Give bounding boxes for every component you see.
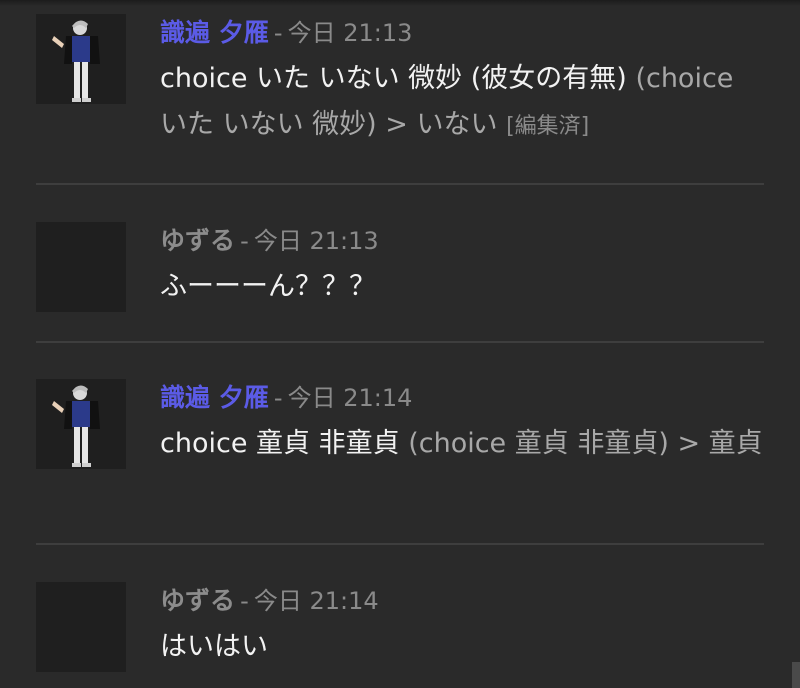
message-divider	[36, 341, 764, 343]
message-body: ゆずる - 今日 21:14 はいはい	[160, 582, 764, 670]
chat-log: 識遍 夕雁 - 今日 21:13 choice いた いない 微妙 (彼女の有無…	[0, 0, 800, 688]
author-name[interactable]: ゆずる	[160, 226, 235, 255]
timestamp: 今日 21:13	[287, 19, 413, 47]
timestamp: 今日 21:13	[253, 227, 379, 255]
message-body: 識遍 夕雁 - 今日 21:13 choice いた いない 微妙 (彼女の有無…	[160, 14, 764, 150]
timestamp: 今日 21:14	[253, 587, 379, 615]
character-avatar-icon	[36, 379, 126, 469]
message-text: ふーーーん？？？	[160, 264, 764, 310]
separator: -	[240, 587, 249, 615]
timestamp: 今日 21:14	[287, 384, 413, 412]
author-name[interactable]: ゆずる	[160, 586, 235, 615]
avatar[interactable]	[36, 379, 126, 469]
author-name[interactable]: 識遍 夕雁	[160, 18, 269, 47]
blank-avatar[interactable]	[36, 222, 126, 312]
scrollbar-thumb[interactable]	[792, 662, 800, 688]
message-body: 識遍 夕雁 - 今日 21:14 choice 童貞 非童貞 (choice 童…	[160, 379, 764, 467]
separator: -	[240, 227, 249, 255]
message-header: 識遍 夕雁 - 今日 21:13	[160, 14, 764, 52]
message-text-main: choice 童貞 非童貞	[160, 428, 400, 459]
blank-avatar[interactable]	[36, 582, 126, 672]
message-text-dim: (choice 童貞 非童貞) > 童貞	[408, 428, 763, 459]
character-avatar-icon	[36, 14, 126, 104]
avatar[interactable]	[36, 14, 126, 104]
message-text-main: choice いた いない 微妙 (彼女の有無)	[160, 63, 627, 94]
message-text-main: ふーーーん？？？	[160, 271, 376, 302]
message-header: 識遍 夕雁 - 今日 21:14	[160, 379, 764, 417]
separator: -	[273, 384, 283, 412]
message-header: ゆずる - 今日 21:13	[160, 222, 764, 260]
message-text-main: はいはい	[160, 631, 268, 662]
edited-label: [編集済]	[506, 114, 590, 139]
message-header: ゆずる - 今日 21:14	[160, 582, 764, 620]
message-text: choice いた いない 微妙 (彼女の有無) (choice いた いない …	[160, 56, 764, 150]
message-divider	[36, 183, 764, 185]
message-divider	[36, 543, 764, 545]
author-name[interactable]: 識遍 夕雁	[160, 383, 269, 412]
message-body: ゆずる - 今日 21:13 ふーーーん？？？	[160, 222, 764, 310]
separator: -	[273, 19, 283, 47]
message-text: はいはい	[160, 624, 764, 670]
message-text: choice 童貞 非童貞 (choice 童貞 非童貞) > 童貞	[160, 421, 764, 467]
